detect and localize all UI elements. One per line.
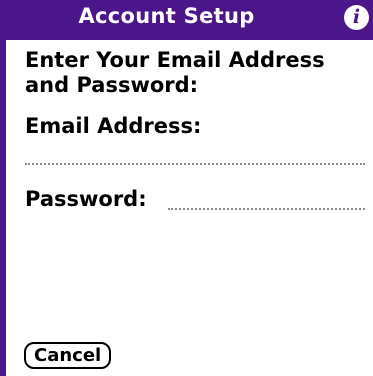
page-title: Account Setup [78, 4, 255, 28]
password-field[interactable] [168, 192, 365, 210]
account-setup-screen: Account Setup i Enter Your Email Address… [0, 0, 373, 376]
instruction-text: Enter Your Email Address and Password: [25, 48, 325, 97]
window-frame-left [0, 38, 6, 376]
cancel-button[interactable]: Cancel [24, 342, 112, 369]
info-icon[interactable]: i [344, 5, 369, 30]
email-field[interactable] [25, 147, 365, 165]
email-label: Email Address: [25, 114, 202, 138]
title-tab: Account Setup i [0, 0, 373, 40]
title-bar: Account Setup i [0, 0, 373, 40]
password-label: Password: [25, 187, 147, 211]
